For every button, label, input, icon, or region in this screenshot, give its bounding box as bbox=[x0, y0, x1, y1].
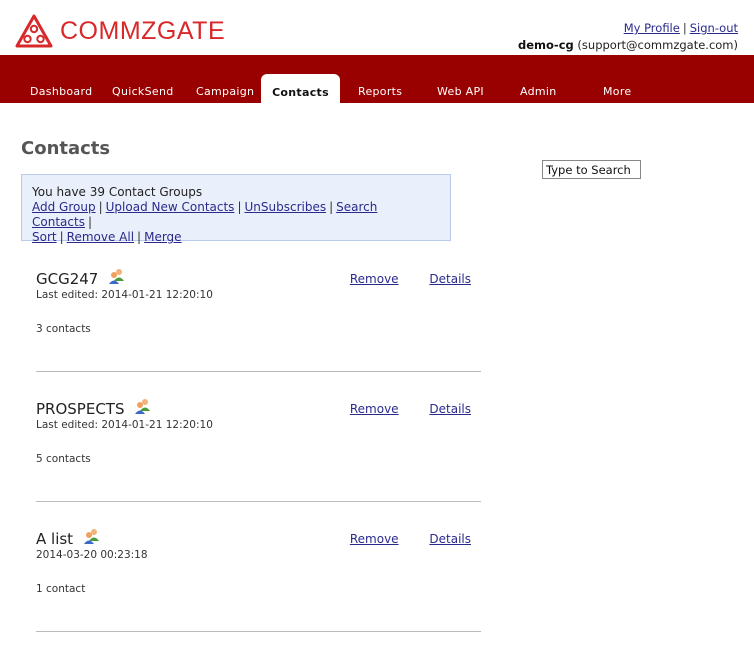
group-details-link[interactable]: Details bbox=[429, 402, 471, 416]
tab-quicksend[interactable]: QuickSend bbox=[112, 85, 174, 98]
group-name[interactable]: A list bbox=[36, 530, 73, 548]
user-area: My Profile | Sign-out demo-cg (support@com… bbox=[518, 20, 738, 54]
contact-groups-summary: You have 39 Contact Groups Add Group | Upl… bbox=[21, 174, 451, 244]
brand-name: COMMZGATE bbox=[60, 16, 226, 45]
group-people-icon bbox=[84, 529, 100, 544]
contact-count: 1 contact bbox=[36, 583, 86, 595]
contact-count: 5 contacts bbox=[36, 453, 91, 465]
tab-reports[interactable]: Reports bbox=[358, 85, 402, 98]
link-separator: | bbox=[137, 230, 142, 244]
user-email: (support@commzgate.com) bbox=[577, 38, 738, 52]
upload-contacts-link[interactable]: Upload New Contacts bbox=[106, 200, 235, 214]
link-separator: | bbox=[59, 230, 64, 244]
main-nav: Dashboard QuickSend Campaign Contacts Re… bbox=[0, 55, 754, 103]
username: demo-cg bbox=[518, 38, 574, 52]
group-details-link[interactable]: Details bbox=[429, 272, 471, 286]
add-group-link[interactable]: Add Group bbox=[32, 200, 96, 214]
link-separator: | bbox=[98, 200, 103, 214]
group-name[interactable]: GCG247 bbox=[36, 270, 98, 288]
link-separator: | bbox=[329, 200, 334, 214]
remove-group-link[interactable]: Remove bbox=[350, 272, 399, 286]
tab-admin[interactable]: Admin bbox=[520, 85, 557, 98]
remove-all-link[interactable]: Remove All bbox=[67, 230, 134, 244]
sort-link[interactable]: Sort bbox=[32, 230, 57, 244]
group-details-link[interactable]: Details bbox=[429, 532, 471, 546]
commzgate-logo-icon bbox=[15, 14, 53, 48]
contact-group: A list 2014-03-20 00:23:18 1 contact Rem… bbox=[36, 529, 481, 632]
remove-group-link[interactable]: Remove bbox=[350, 402, 399, 416]
header-separator: | bbox=[682, 21, 687, 35]
tab-campaign[interactable]: Campaign bbox=[196, 85, 254, 98]
group-divider bbox=[36, 501, 481, 502]
group-people-icon bbox=[109, 269, 125, 284]
tab-dashboard[interactable]: Dashboard bbox=[30, 85, 92, 98]
last-edited: Last edited: 2014-01-21 12:20:10 bbox=[36, 289, 213, 301]
last-edited: 2014-03-20 00:23:18 bbox=[36, 549, 148, 561]
brand-logo[interactable]: COMMZGATE bbox=[15, 14, 225, 48]
page-title: Contacts bbox=[21, 138, 111, 159]
group-count-text: You have 39 Contact Groups bbox=[32, 185, 203, 199]
my-profile-link[interactable]: My Profile bbox=[624, 21, 680, 35]
link-separator: | bbox=[87, 215, 92, 229]
link-separator: | bbox=[237, 200, 242, 214]
group-divider bbox=[36, 371, 481, 372]
group-name[interactable]: PROSPECTS bbox=[36, 400, 124, 418]
group-people-icon bbox=[135, 399, 151, 414]
unsubscribes-link[interactable]: UnSubscribes bbox=[244, 200, 326, 214]
contact-count: 3 contacts bbox=[36, 323, 91, 335]
last-edited: Last edited: 2014-01-21 12:20:10 bbox=[36, 419, 213, 431]
tab-web-api[interactable]: Web API bbox=[437, 85, 484, 98]
search-input[interactable] bbox=[542, 160, 641, 179]
sign-out-link[interactable]: Sign-out bbox=[690, 21, 738, 35]
group-divider bbox=[36, 631, 481, 632]
tab-more[interactable]: More bbox=[603, 85, 631, 98]
contact-group: PROSPECTS Last edited: 2014-01-21 12:20:… bbox=[36, 399, 481, 502]
remove-group-link[interactable]: Remove bbox=[350, 532, 399, 546]
merge-link[interactable]: Merge bbox=[144, 230, 181, 244]
tab-contacts[interactable]: Contacts bbox=[261, 74, 340, 103]
contact-group: GCG247 Last edited: 2014-01-21 12:20:10 … bbox=[36, 269, 481, 372]
